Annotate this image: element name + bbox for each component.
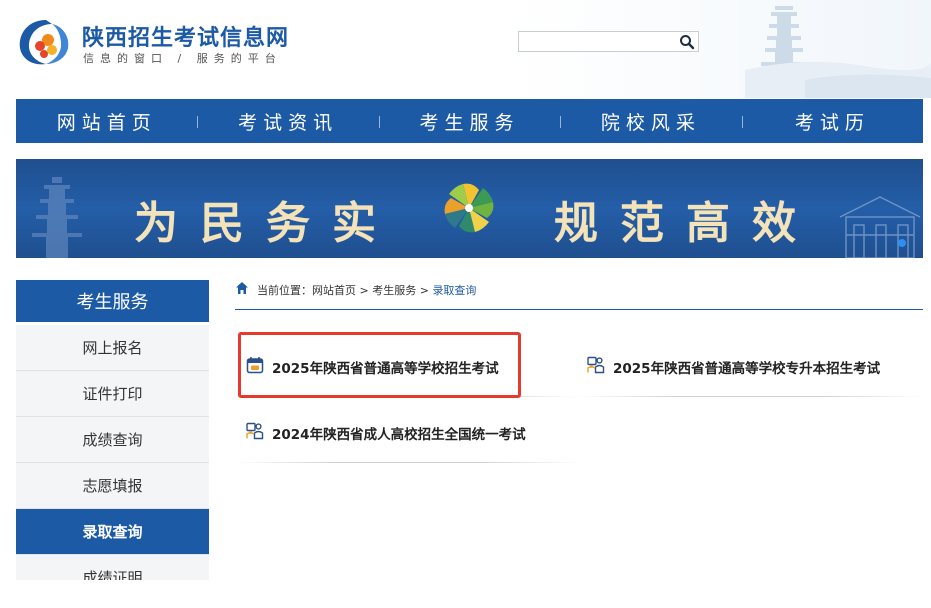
students-icon bbox=[587, 356, 605, 374]
sidebar: 考生服务 网上报名 证件打印 成绩查询 志愿填报 录取查询 成绩证明 bbox=[16, 280, 209, 580]
exam-label: 2024年陕西省成人高校招生全国统一考试 bbox=[272, 427, 526, 443]
sidebar-title: 考生服务 bbox=[16, 280, 209, 322]
site-logo-icon[interactable] bbox=[16, 16, 74, 68]
students-icon bbox=[246, 422, 264, 440]
banner: 为民务实 规范高效 bbox=[16, 159, 923, 258]
site-slogan: 信息的窗口 / 服务的平台 bbox=[83, 52, 282, 65]
divider bbox=[577, 396, 923, 397]
pinwheel-emblem-icon bbox=[444, 183, 494, 233]
nav-home[interactable]: 网站首页 bbox=[16, 99, 197, 143]
divider bbox=[236, 396, 579, 397]
pagoda-banner-icon bbox=[32, 177, 82, 258]
search-box bbox=[518, 31, 699, 52]
nav-student-services[interactable]: 考生服务 bbox=[378, 99, 560, 143]
sidebar-item-online-registration[interactable]: 网上报名 bbox=[16, 325, 209, 371]
site-header: 陕西招生考试信息网 信息的窗口 / 服务的平台 bbox=[0, 0, 931, 98]
nav-exam-calendar[interactable]: 考试历 bbox=[741, 99, 923, 143]
home-icon bbox=[236, 282, 248, 294]
banner-slogan-right: 规范高效 bbox=[554, 198, 818, 249]
breadcrumb-prefix: 当前位置： bbox=[257, 284, 312, 297]
sidebar-item-certificate-printing[interactable]: 证件打印 bbox=[16, 371, 209, 417]
search-input[interactable] bbox=[519, 32, 685, 51]
sidebar-item-application-filling[interactable]: 志愿填报 bbox=[16, 463, 209, 509]
breadcrumb-section-link[interactable]: 考生服务 bbox=[372, 284, 416, 297]
exam-item-2025-zhuanshengben[interactable]: 2025年陕西省普通高等学校专升本招生考试 bbox=[577, 333, 923, 397]
exam-item-2025-gaokao[interactable]: 2025年陕西省普通高等学校招生考试 bbox=[236, 333, 579, 397]
breadcrumb-current: 录取查询 bbox=[432, 284, 477, 297]
breadcrumb-home-link[interactable]: 网站首页 bbox=[312, 284, 356, 297]
search-icon[interactable] bbox=[679, 34, 695, 50]
divider bbox=[236, 462, 579, 463]
pagoda-decoration-icon bbox=[745, 6, 931, 98]
calendar-icon bbox=[246, 357, 264, 374]
site-title: 陕西招生考试信息网 bbox=[82, 26, 290, 51]
carousel-dot[interactable] bbox=[898, 239, 906, 247]
exam-label: 2025年陕西省普通高等学校专升本招生考试 bbox=[613, 361, 881, 377]
sidebar-item-admission-query[interactable]: 录取查询 bbox=[16, 509, 209, 555]
main-nav: 网站首页 考试资讯 考生服务 院校风采 考试历 bbox=[16, 99, 923, 143]
exam-item-2024-adult-exam[interactable]: 2024年陕西省成人高校招生全国统一考试 bbox=[236, 399, 579, 463]
breadcrumb-separator: > bbox=[416, 284, 433, 297]
nav-colleges[interactable]: 院校风采 bbox=[560, 99, 741, 143]
nav-exam-news[interactable]: 考试资讯 bbox=[197, 99, 378, 143]
exam-label: 2025年陕西省普通高等学校招生考试 bbox=[272, 361, 499, 377]
breadcrumb-separator: > bbox=[356, 284, 373, 297]
breadcrumb: 当前位置：网站首页 > 考生服务 > 录取查询 bbox=[235, 280, 923, 310]
banner-slogan-left: 为民务实 bbox=[134, 198, 398, 249]
sidebar-item-score-query[interactable]: 成绩查询 bbox=[16, 417, 209, 463]
sidebar-item-score-certificate[interactable]: 成绩证明 bbox=[16, 555, 209, 580]
city-gate-banner-icon bbox=[839, 196, 921, 258]
